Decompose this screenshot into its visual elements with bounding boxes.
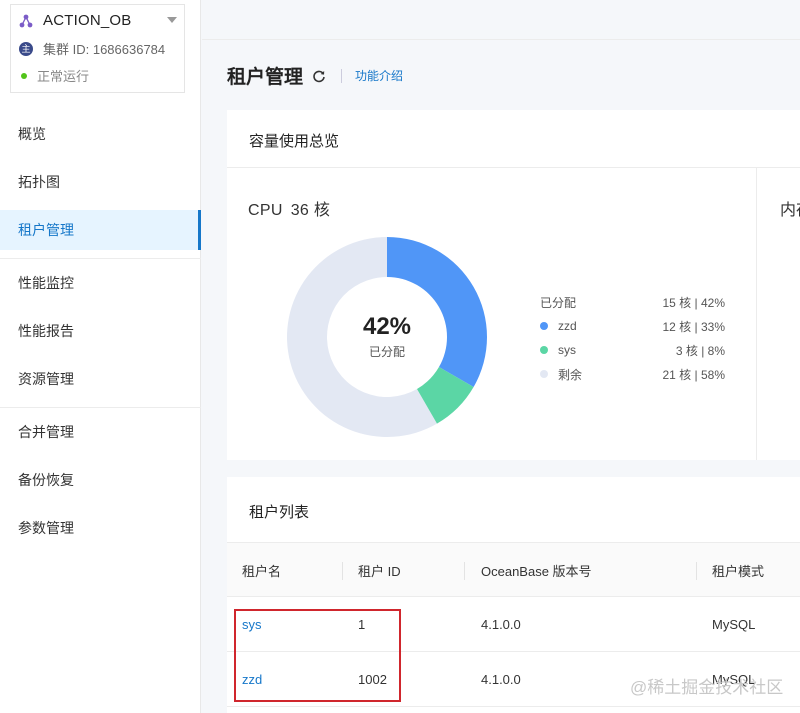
tenant-mode-cell: MySQL	[712, 617, 756, 632]
header-separator	[341, 68, 343, 83]
feature-intro-link[interactable]: 功能介绍	[355, 67, 403, 84]
capacity-card-title: 容量使用总览	[249, 133, 340, 150]
cpu-label: CPU	[248, 202, 283, 219]
sidebar-item-resource-management[interactable]: 资源管理	[0, 359, 201, 399]
sidebar: ACTION_OB 主 集群 ID: 1686636784 正常运行 概览 拓扑…	[0, 0, 201, 713]
donut-segment-zzd	[387, 237, 487, 387]
tenant-version-cell: 4.1.0.0	[481, 672, 521, 687]
capacity-overview-card: 容量使用总览 CPU 36 核 42% 已分配 已分配 15 核 | 42% zz…	[227, 110, 800, 460]
cluster-id-icon: 主	[19, 41, 33, 56]
sidebar-divider	[0, 407, 201, 408]
legend-dot-icon	[540, 346, 548, 354]
cluster-status: 正常运行	[19, 66, 89, 85]
column-separator	[696, 562, 697, 580]
column-header-version[interactable]: OceanBase 版本号	[481, 543, 592, 598]
legend-name: 剩余	[558, 367, 583, 382]
column-header-tenant-id[interactable]: 租户 ID	[358, 543, 401, 598]
cluster-logo-icon	[19, 14, 33, 27]
chevron-down-icon[interactable]	[167, 17, 177, 23]
donut-center: 42% 已分配	[327, 313, 447, 360]
column-separator	[464, 562, 465, 580]
cluster-name: ACTION_OB	[43, 12, 132, 29]
cluster-id-row: 主 集群 ID: 1686636784	[19, 39, 165, 58]
panel-divider	[756, 167, 757, 460]
legend-row-remaining: 剩余 21 核 | 58%	[540, 362, 725, 386]
page-title: 租户管理	[227, 67, 304, 88]
sidebar-item-overview[interactable]: 概览	[0, 114, 201, 154]
legend-row-zzd: zzd 12 核 | 33%	[540, 314, 725, 338]
cluster-name-row[interactable]: ACTION_OB	[19, 12, 179, 29]
column-header-tenant-name[interactable]: 租户名	[242, 543, 281, 598]
legend-name: sys	[558, 343, 576, 357]
cluster-id-text: 集群 ID: 1686636784	[43, 42, 166, 57]
cpu-legend: 已分配 15 核 | 42% zzd 12 核 | 33% sys 3 核 | …	[540, 290, 725, 386]
card-header-divider	[227, 167, 800, 168]
legend-row-allocated: 已分配 15 核 | 42%	[540, 290, 725, 314]
cpu-title: CPU 36 核	[248, 196, 330, 220]
column-header-tenant-mode[interactable]: 租户模式	[712, 543, 764, 598]
sidebar-item-performance-monitoring[interactable]: 性能监控	[0, 263, 201, 303]
sidebar-item-parameter-management[interactable]: 参数管理	[0, 508, 201, 548]
donut-label: 已分配	[368, 345, 405, 359]
cluster-selector[interactable]: ACTION_OB 主 集群 ID: 1686636784 正常运行	[10, 4, 185, 93]
legend-allocated-value: 15 核 | 42%	[662, 295, 726, 310]
status-dot-icon	[21, 72, 27, 79]
legend-value: 3 核 | 8%	[675, 343, 725, 358]
donut-percent: 42%	[362, 313, 412, 340]
sidebar-item-backup-restore[interactable]: 备份恢复	[0, 460, 201, 500]
legend-value: 21 核 | 58%	[662, 367, 726, 382]
page-header: 租户管理 功能介绍	[227, 62, 403, 89]
sidebar-divider	[0, 258, 201, 259]
tenant-list-title: 租户列表	[249, 504, 310, 521]
sidebar-item-merge-management[interactable]: 合并管理	[0, 412, 201, 452]
legend-value: 12 核 | 33%	[662, 319, 726, 334]
memory-title: 内存	[780, 202, 800, 219]
sidebar-item-tenant-management[interactable]: 租户管理	[0, 210, 201, 250]
legend-dot-icon	[540, 370, 548, 378]
legend-name: zzd	[558, 319, 577, 333]
cluster-status-text: 正常运行	[37, 69, 90, 84]
legend-row-sys: sys 3 核 | 8%	[540, 338, 725, 362]
sidebar-item-topology[interactable]: 拓扑图	[0, 162, 201, 202]
top-bar	[202, 0, 800, 40]
watermark: @稀土掘金技术社区	[630, 678, 784, 697]
column-separator	[342, 562, 343, 580]
legend-allocated-label: 已分配	[540, 295, 577, 310]
cpu-total: 36 核	[290, 202, 331, 219]
sidebar-item-performance-report[interactable]: 性能报告	[0, 311, 201, 351]
tenant-version-cell: 4.1.0.0	[481, 617, 521, 632]
refresh-icon[interactable]	[312, 69, 326, 83]
legend-dot-icon	[540, 322, 548, 330]
highlight-annotation-box	[234, 609, 401, 702]
table-header: 租户名 租户 ID OceanBase 版本号 租户模式	[227, 542, 800, 597]
